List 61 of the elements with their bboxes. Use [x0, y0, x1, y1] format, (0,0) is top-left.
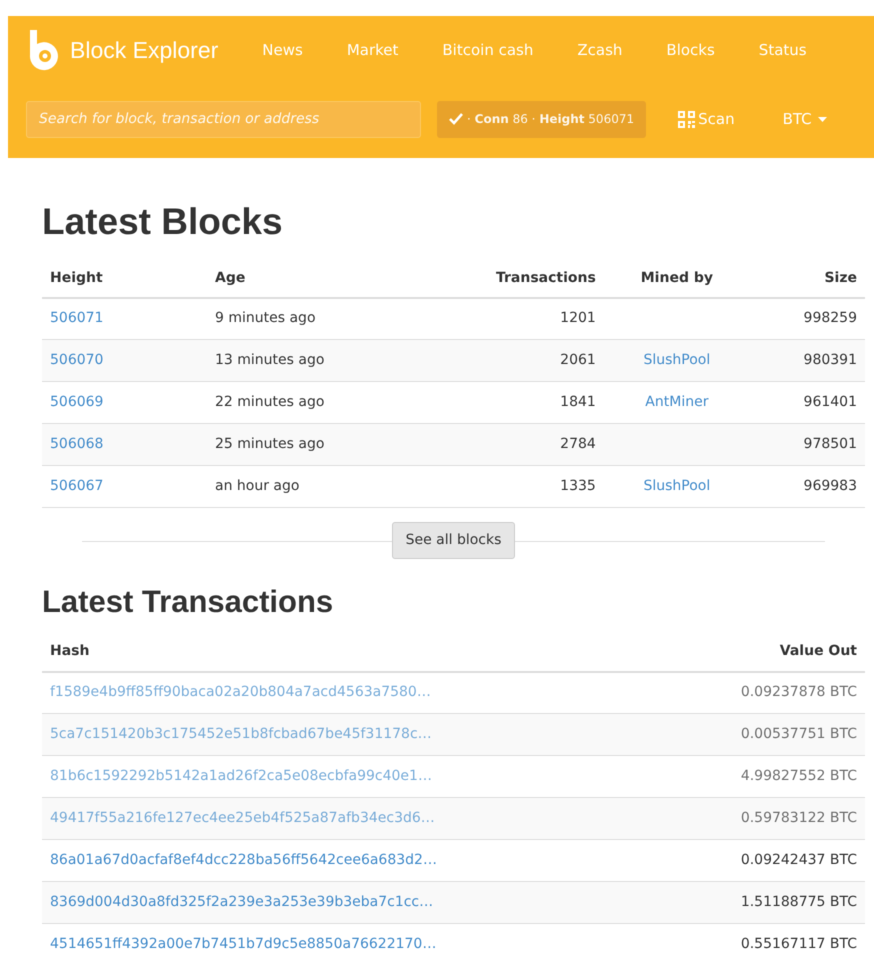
column-header: Height [42, 260, 207, 298]
transaction-count: 1841 [560, 394, 596, 410]
nav-link[interactable]: Bitcoin cash [420, 38, 556, 62]
miner-link[interactable]: SlushPool [643, 352, 710, 368]
value-out: 1.51188775 BTC [740, 894, 857, 910]
nav-link[interactable]: Status [736, 38, 829, 62]
block-height-link[interactable]: 506070 [50, 352, 104, 368]
value-out: 4.99827552 BTC [740, 768, 857, 784]
block-age: 25 minutes ago [215, 436, 324, 452]
transaction-hash-link[interactable]: 49417f55a216fe127ec4ee25eb4f525a87afb34ec3d6… [50, 810, 435, 826]
block-size: 998259 [804, 310, 857, 326]
currency-dropdown[interactable]: BTC [766, 108, 843, 130]
column-header: Mined by [604, 260, 750, 298]
column-header: Age [207, 260, 412, 298]
transaction-hash-link[interactable]: 86a01a67d0acfaf8ef4dcc228ba56ff5642cee6a683d2… [50, 852, 437, 868]
value-out: 0.09237878 BTC [740, 684, 857, 700]
miner-link[interactable]: AntMiner [645, 394, 708, 410]
value-out: 0.59783122 BTC [740, 810, 857, 826]
block-height-link[interactable]: 506067 [50, 478, 104, 494]
transaction-count: 1201 [560, 310, 596, 326]
miner-link[interactable]: SlushPool [643, 478, 710, 494]
block-age: 22 minutes ago [215, 394, 324, 410]
caret-icon [818, 116, 827, 122]
status-text: · Conn 86 · Height 506071 [467, 111, 634, 128]
value-out: 0.00537751 BTC [740, 726, 857, 742]
see-all-blocks-button[interactable]: See all blocks [392, 522, 516, 559]
block-height-link[interactable]: 506069 [50, 394, 104, 410]
transaction-hash-link[interactable]: f1589e4b9ff85ff90baca02a20b804a7acd4563a7580… [50, 684, 431, 700]
nav-link[interactable]: Blocks [644, 38, 737, 62]
value-out: 0.09242437 BTC [740, 852, 857, 868]
nav-link[interactable]: Zcash [555, 38, 644, 62]
block-age: 13 minutes ago [215, 352, 324, 368]
transaction-hash-link[interactable]: 81b6c1592292b5142a1ad26f2ca5e08ecbfa99c40e1… [50, 768, 432, 784]
block-size: 961401 [804, 394, 857, 410]
value-out: 0.55167117 BTC [740, 936, 857, 952]
column-header: Size [750, 260, 865, 298]
block-height-link[interactable]: 506068 [50, 436, 104, 452]
section-title: Latest Transactions [42, 583, 334, 621]
transaction-count: 2061 [560, 352, 596, 368]
column-header: Value Out [662, 632, 865, 672]
block-age: 9 minutes ago [215, 310, 316, 326]
scan-button[interactable]: Scan [662, 108, 751, 130]
search-field[interactable]: Search for block, transaction or address [26, 100, 421, 138]
transaction-hash-link[interactable]: 5ca7c151420b3c175452e51b8fcbad67be45f31178c… [50, 726, 432, 742]
transaction-hash-link[interactable]: 4514651ff4392a00e7b7451b7d9c5e8850a76622170… [50, 936, 436, 952]
transaction-count: 1335 [560, 478, 596, 494]
column-header: Transactions [412, 260, 604, 298]
transaction-hash-link[interactable]: 8369d004d30a8fd325f2a239e3a253e39b3eba7c1cc… [50, 894, 434, 910]
column-header: Hash [42, 632, 662, 672]
block-size: 969983 [804, 478, 857, 494]
transaction-count: 2784 [560, 436, 596, 452]
section-title: Latest Blocks [42, 200, 284, 244]
nav-link[interactable]: News [240, 38, 325, 62]
block-size: 980391 [804, 352, 857, 368]
block-height-link[interactable]: 506071 [50, 310, 104, 326]
qr-code-icon [678, 110, 696, 128]
block-age: an hour ago [215, 478, 300, 494]
brand-name[interactable]: Block Explorer [70, 32, 218, 68]
check-icon [449, 113, 463, 125]
nav-link[interactable]: Market [324, 38, 420, 62]
block-size: 978501 [804, 436, 857, 452]
